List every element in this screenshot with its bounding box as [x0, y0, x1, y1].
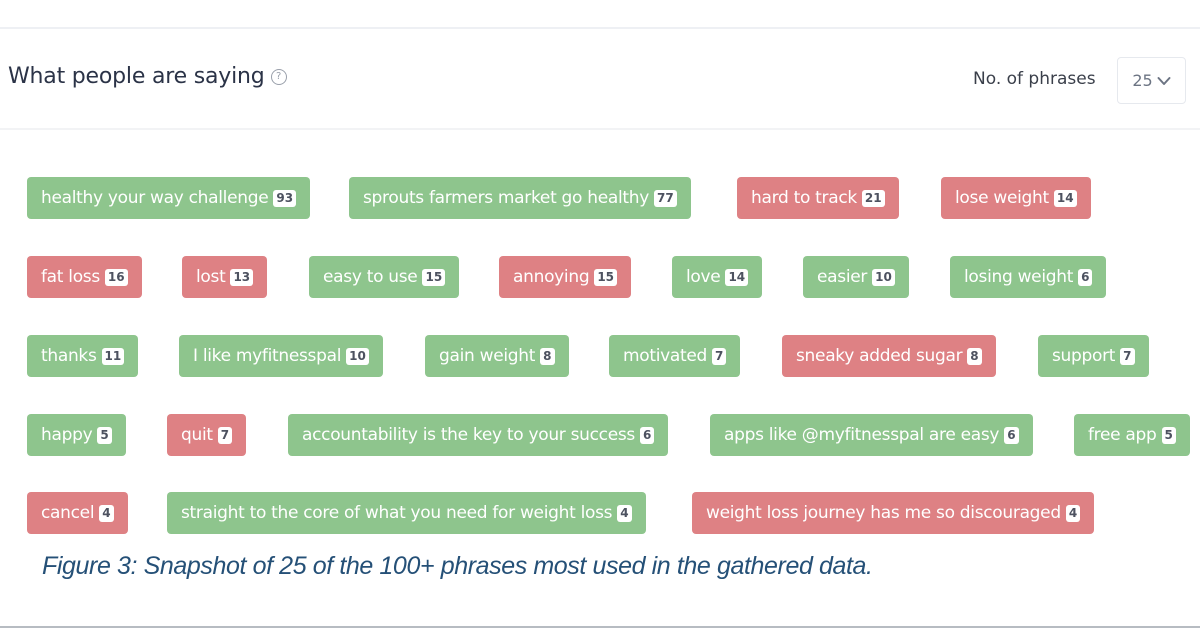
phrase-text: straight to the core of what you need fo…	[181, 503, 613, 523]
phrase-tag[interactable]: support 7	[1038, 335, 1149, 377]
phrase-tag[interactable]: easier 10	[803, 256, 909, 298]
phrase-count-badge: 10	[872, 268, 895, 286]
phrase-text: cancel	[41, 503, 95, 523]
phrase-count-badge: 93	[273, 189, 297, 207]
phrase-text: weight loss journey has me so discourage…	[706, 503, 1061, 523]
phrase-text: fat loss	[41, 267, 100, 287]
phrase-tag[interactable]: love 14	[672, 256, 763, 298]
phrase-text: sprouts farmers market go healthy	[363, 188, 650, 208]
phrase-tag[interactable]: weight loss journey has me so discourage…	[692, 492, 1095, 534]
phrase-count-badge: 15	[422, 268, 446, 286]
phrase-count-badge: 21	[861, 189, 885, 207]
phrase-tag[interactable]: quit 7	[167, 414, 247, 456]
phrase-tag[interactable]: lose weight 14	[941, 177, 1091, 219]
phrase-text: easy to use	[323, 267, 418, 287]
phrase-count-badge: 4	[617, 504, 632, 522]
phrase-count-badge: 10	[346, 347, 369, 365]
phrase-count-badge: 5	[1161, 426, 1176, 444]
phrase-count-badge: 15	[594, 268, 618, 286]
phrase-tag[interactable]: straight to the core of what you need fo…	[167, 492, 646, 534]
phrase-count-badge: 6	[639, 426, 655, 444]
panel-title-text: What people are saying	[8, 64, 265, 89]
phrase-count-badge: 14	[725, 268, 749, 286]
phrase-text: losing weight	[964, 267, 1074, 287]
phrase-text: I like myfitnesspal	[193, 346, 342, 366]
phrase-tag[interactable]: cancel 4	[27, 492, 128, 534]
phrase-text: apps like @myfitnesspal are easy	[724, 425, 1000, 445]
phrase-count-badge: 6	[1078, 268, 1093, 286]
chevron-down-icon	[1157, 76, 1171, 85]
phrase-tag[interactable]: free app 5	[1074, 414, 1190, 456]
phrase-text: lose weight	[955, 188, 1049, 208]
phrase-text: love	[686, 267, 721, 287]
phrase-count-badge: 8	[967, 347, 982, 365]
phrase-count-badge: 4	[1065, 504, 1081, 522]
phrase-tag[interactable]: happy 5	[27, 414, 126, 456]
phrase-tag[interactable]: apps like @myfitnesspal are easy 6	[710, 414, 1033, 456]
phrase-count-badge: 77	[654, 189, 677, 207]
phrase-tag[interactable]: losing weight 6	[950, 256, 1107, 298]
phrase-count-badge: 7	[712, 347, 727, 365]
phrase-count-badge: 7	[1120, 347, 1135, 365]
phrase-tag[interactable]: gain weight 8	[425, 335, 569, 377]
phrase-tag[interactable]: easy to use 15	[309, 256, 460, 298]
phrase-tag[interactable]: I like myfitnesspal 10	[179, 335, 383, 377]
phrase-tag[interactable]: fat loss 16	[27, 256, 142, 298]
phrase-text: thanks	[41, 346, 97, 366]
phrase-text: sneaky added sugar	[796, 346, 963, 366]
phrase-tag[interactable]: accountability is the key to your succes…	[288, 414, 669, 456]
phrase-text: easier	[817, 267, 868, 287]
phrase-text: happy	[41, 425, 93, 445]
phrase-count-badge: 16	[104, 268, 128, 286]
phrase-tag[interactable]: lost 13	[182, 256, 268, 298]
phrase-text: motivated	[623, 346, 708, 366]
phrase-text: annoying	[513, 267, 590, 287]
phrase-tag[interactable]: motivated 7	[609, 335, 741, 377]
phrase-count-dropdown[interactable]: 25	[1117, 57, 1186, 104]
phrase-count-badge: 11	[101, 347, 125, 365]
phrase-count-badge: 6	[1004, 426, 1019, 444]
phrase-tag[interactable]: healthy your way challenge 93	[27, 177, 311, 219]
phrase-text: gain weight	[439, 346, 536, 366]
phrase-text: hard to track	[751, 188, 857, 208]
phrase-count-badge: 8	[540, 347, 555, 365]
phrase-count-value: 25	[1132, 71, 1153, 90]
phrase-tag[interactable]: sneaky added sugar 8	[782, 335, 996, 377]
phrase-text: quit	[181, 425, 213, 445]
phrase-count-badge: 13	[230, 268, 254, 286]
phrase-text: free app	[1088, 425, 1157, 445]
phrase-count-badge: 14	[1053, 189, 1077, 207]
panel-title: What people are saying ?	[8, 64, 287, 89]
phrase-tag[interactable]: thanks 11	[27, 335, 139, 377]
phrases-panel: What people are saying ? No. of phrases …	[0, 0, 1200, 628]
phrase-count-badge: 5	[97, 426, 112, 444]
phrase-tag[interactable]: annoying 15	[499, 256, 632, 298]
phrase-text: healthy your way challenge	[41, 188, 269, 208]
phrase-text: lost	[196, 267, 226, 287]
phrase-count-badge: 4	[99, 504, 114, 522]
phrase-tag[interactable]: hard to track 21	[737, 177, 899, 219]
phrase-text: support	[1052, 346, 1116, 366]
phrase-tag[interactable]: sprouts farmers market go healthy 77	[349, 177, 691, 219]
question-circle-icon[interactable]: ?	[270, 68, 287, 85]
phrase-count-badge: 7	[217, 426, 233, 444]
phrase-count-label: No. of phrases	[973, 69, 1096, 89]
figure-caption: Figure 3: Snapshot of 25 of the 100+ phr…	[42, 552, 873, 580]
phrase-text: accountability is the key to your succes…	[302, 425, 635, 445]
